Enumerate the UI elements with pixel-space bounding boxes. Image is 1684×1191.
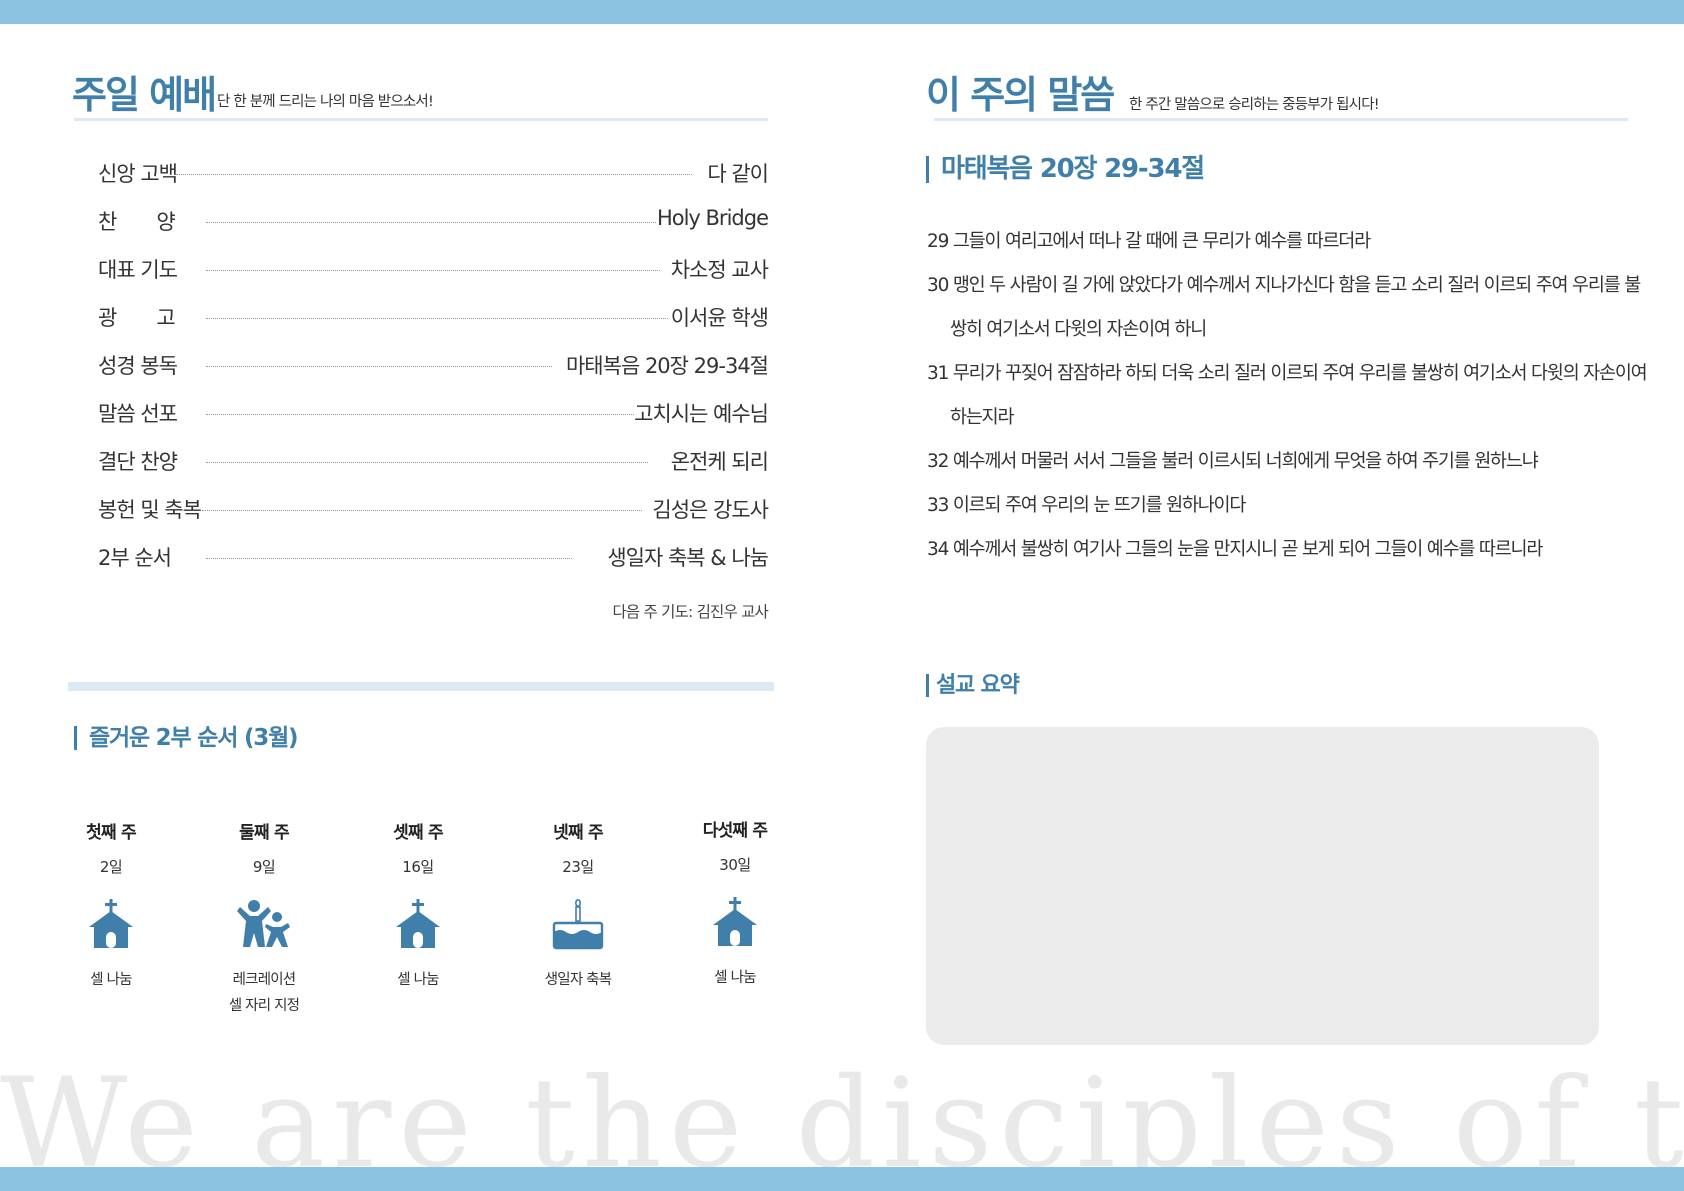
church-icon — [84, 899, 138, 953]
order-label: 봉헌 및 축복 — [98, 498, 202, 522]
order-value: 고치시는 예수님 — [634, 402, 769, 426]
week-name: 다섯째 주 — [702, 821, 768, 841]
worship-subtitle: 단 한 분께 드리는 나의 마음 받으소서! — [217, 94, 434, 110]
order-value: 마태복음 20장 29-34절 — [565, 354, 769, 378]
verse-line: 29 그들이 여리고에서 떠나 갈 때에 큰 무리가 예수를 따르더라 — [927, 231, 1371, 252]
week-name: 첫째 주 — [86, 823, 136, 843]
dot-leader — [206, 462, 648, 463]
order-label: 말씀 선포 — [98, 402, 178, 426]
second-part-title: 즐거운 2부 순서 (3월) — [74, 726, 299, 750]
word-title: 이 주의 말씀 — [926, 73, 1115, 117]
week-date: 9일 — [252, 858, 276, 876]
order-label: 결단 찬양 — [98, 450, 178, 474]
bottom-color-bar — [0, 1167, 1684, 1191]
footer-motto: We are the disciples of the Lord — [0, 1062, 1684, 1182]
order-label: 신앙 고백 — [98, 162, 178, 186]
week-column: 첫째 주 2일 셀 나눔 — [36, 818, 186, 993]
week-name: 둘째 주 — [239, 823, 289, 843]
order-row: 신앙 고백 다 같이 — [98, 158, 769, 188]
week-activity: 셀 나눔 — [90, 972, 132, 988]
worship-title: 주일 예배 — [72, 73, 217, 117]
dot-leader — [206, 318, 668, 319]
passage-title: 마태복음 20장 29-34절 — [926, 155, 1205, 184]
verse-list: 29 그들이 여리고에서 떠나 갈 때에 큰 무리가 예수를 따르더라 30 맹… — [927, 220, 1648, 572]
dot-leader — [206, 558, 572, 559]
dot-leader — [206, 414, 634, 415]
order-row: 찬 양 Holy Bridge — [98, 206, 769, 236]
order-value: 온전케 되리 — [670, 450, 769, 474]
week-activity: 셀 나눔 — [714, 970, 756, 986]
order-value: 생일자 축복 & 나눔 — [607, 546, 769, 570]
order-row: 대표 기도 차소정 교사 — [98, 254, 769, 284]
order-row: 2부 순서 생일자 축복 & 나눔 — [98, 542, 769, 572]
dot-leader — [206, 270, 660, 271]
church-icon — [708, 897, 762, 951]
sermon-summary-title: 설교 요약 — [926, 674, 1020, 697]
week-activity: 생일자 축복 — [544, 972, 612, 988]
order-row: 말씀 선포 고치시는 예수님 — [98, 398, 769, 428]
order-label: 2부 순서 — [98, 546, 172, 570]
verse-line: 33 이르되 주여 우리의 눈 뜨기를 원하나이다 — [927, 495, 1246, 516]
verse-line: 34 예수께서 불쌍히 여기사 그들의 눈을 만지시니 곧 보게 되어 그들이 … — [927, 539, 1543, 560]
order-row: 성경 봉독 마태복음 20장 29-34절 — [98, 350, 769, 380]
order-value: 차소정 교사 — [670, 258, 769, 282]
order-label: 찬 양 — [98, 210, 176, 234]
top-color-bar — [0, 0, 1684, 24]
order-row: 광 고 이서윤 학생 — [98, 302, 769, 332]
birthday-cake-icon — [551, 899, 605, 953]
section-divider — [68, 682, 774, 691]
order-label: 성경 봉독 — [98, 354, 178, 378]
week-activity: 셀 나눔 — [397, 972, 439, 988]
week-activity: 레크레이션 셀 자리 지정 — [228, 972, 300, 1014]
verse-line: 30 맹인 두 사람이 길 가에 앉았다가 예수께서 지나가신다 함을 듣고 소… — [927, 275, 1641, 340]
verse-line: 32 예수께서 머물러 서서 그들을 불러 이르시되 너희에게 무엇을 하여 주… — [927, 451, 1539, 472]
week-name: 넷째 주 — [553, 823, 603, 843]
worship-title-rule — [74, 118, 768, 121]
order-value: 김성은 강도사 — [652, 498, 769, 522]
order-row: 결단 찬양 온전케 되리 — [98, 446, 769, 476]
order-label: 광 고 — [98, 306, 176, 330]
week-date: 23일 — [562, 858, 594, 876]
order-value: 이서윤 학생 — [670, 306, 769, 330]
week-date: 2일 — [99, 858, 123, 876]
dot-leader — [176, 174, 692, 175]
people-icon — [237, 899, 291, 953]
sermon-summary-box — [926, 727, 1599, 1045]
week-date: 16일 — [402, 858, 434, 876]
week-column: 넷째 주 23일 생일자 축복 — [503, 818, 653, 993]
dot-leader — [206, 222, 656, 223]
week-name: 셋째 주 — [393, 823, 443, 843]
word-title-rule — [934, 118, 1628, 121]
week-date: 30일 — [719, 856, 751, 874]
dot-leader — [206, 366, 552, 367]
order-value: 다 같이 — [707, 162, 769, 186]
order-label: 대표 기도 — [98, 258, 178, 282]
church-icon — [391, 899, 445, 953]
word-subtitle: 한 주간 말씀으로 승리하는 중등부가 됩시다! — [1129, 97, 1380, 113]
week-column: 셋째 주 16일 셀 나눔 — [343, 818, 493, 993]
order-value: Holy Bridge — [656, 206, 769, 230]
verse-line: 31 무리가 꾸짖어 잠잠하라 하되 더욱 소리 질러 이르되 주여 우리를 불… — [927, 363, 1648, 428]
order-row: 봉헌 및 축복 김성은 강도사 — [98, 494, 769, 524]
dot-leader — [202, 510, 642, 511]
week-column: 다섯째 주 30일 셀 나눔 — [660, 816, 810, 991]
week-column: 둘째 주 9일 레크레이션 셀 자리 지정 — [189, 818, 339, 1019]
next-week-prayer-note: 다음 주 기도: 김진우 교사 — [612, 603, 768, 621]
